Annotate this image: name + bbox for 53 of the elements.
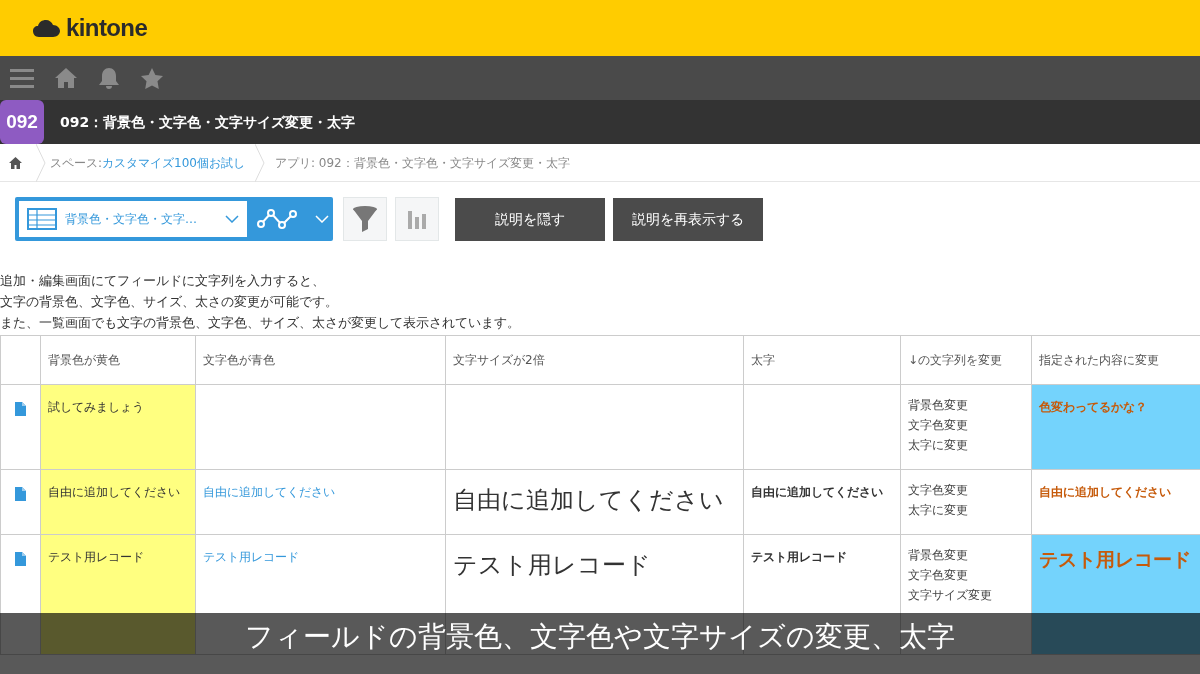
table-cell-text: テスト用レコード <box>453 551 651 579</box>
document-icon[interactable] <box>15 551 26 566</box>
table-cell-text: 太字に変更 <box>908 437 969 454</box>
table-cell-text: 自由に追加してください <box>751 485 883 499</box>
view-name: 背景色・文字色・文字… <box>65 211 198 228</box>
table-cell-text: 自由に追加してください <box>48 485 180 499</box>
app-icon[interactable]: 092 <box>0 100 44 144</box>
table-icon <box>27 208 57 230</box>
table-cell-text: テスト用レコード <box>203 550 299 564</box>
document-icon[interactable] <box>15 401 26 416</box>
table-cell-text: テスト用レコード <box>1039 548 1191 570</box>
home-icon[interactable] <box>9 156 22 169</box>
filter-icon <box>352 205 378 233</box>
table-cell-text: 文字サイズ変更 <box>908 587 993 604</box>
table-cell-text: 文字色変更 <box>908 567 969 584</box>
table-cell-text: 試してみましょう <box>48 400 144 414</box>
description-text: 文字の背景色、文字色、サイズ、太さの変更が可能です。 <box>0 293 339 311</box>
graph-icon[interactable] <box>257 208 297 230</box>
breadcrumb-item: アプリ: 092：背景色・文字色・文字サイズ変更・太字 <box>274 154 570 172</box>
caption-text: フィールドの背景色、文字色や文字サイズの変更、太字 <box>245 619 955 655</box>
table-cell-text: 太字に変更 <box>908 502 969 519</box>
chevron-down-icon <box>225 215 239 223</box>
column-header[interactable]: 背景色が黄色 <box>48 353 120 367</box>
table-cell-text: 自由に追加してください <box>203 485 335 499</box>
description-button[interactable]: 説明を再表示する <box>613 197 763 241</box>
table-cell-text: 自由に追加してください <box>1039 485 1171 499</box>
bell-icon[interactable] <box>98 66 120 90</box>
table-cell-text: テスト用レコード <box>48 550 144 564</box>
description-text: また、一覧画面でも文字の背景色、文字色、サイズ、太さが変更して表示されています。 <box>0 314 521 332</box>
column-header[interactable]: 指定された内容に変更 <box>1039 353 1159 367</box>
star-icon[interactable] <box>140 66 164 90</box>
document-icon[interactable] <box>15 486 26 501</box>
app-title: 092：背景色・文字色・文字サイズ変更・太字 <box>60 112 356 132</box>
table-cell-text: 自由に追加してください <box>453 486 724 514</box>
description-button[interactable]: 説明を隠す <box>455 197 605 241</box>
chart-button[interactable] <box>395 197 439 241</box>
description-text: 追加・編集画面にてフィールドに文字列を入力すると、 <box>0 272 326 290</box>
table-cell-text: 背景色変更 <box>908 547 969 564</box>
bar-chart-icon <box>408 209 426 229</box>
logo-text[interactable]: kintone <box>66 10 148 46</box>
table-cell-text: テスト用レコード <box>751 550 847 564</box>
table-cell-text: 文字色変更 <box>908 417 969 434</box>
chevron-down-icon[interactable] <box>315 215 329 223</box>
column-header[interactable]: 文字サイズが2倍 <box>453 353 545 367</box>
breadcrumb-label: スペース: <box>50 154 103 172</box>
menu-icon[interactable] <box>10 67 34 89</box>
cloud-icon <box>32 17 62 39</box>
table-cell-text: 背景色変更 <box>908 397 969 414</box>
table-cell-text: 文字色変更 <box>908 482 969 499</box>
column-header[interactable]: 文字色が青色 <box>203 353 275 367</box>
filter-button[interactable] <box>343 197 387 241</box>
column-header[interactable]: 太字 <box>751 353 775 367</box>
table-cell-text: 色変わってるかな？ <box>1039 400 1147 414</box>
